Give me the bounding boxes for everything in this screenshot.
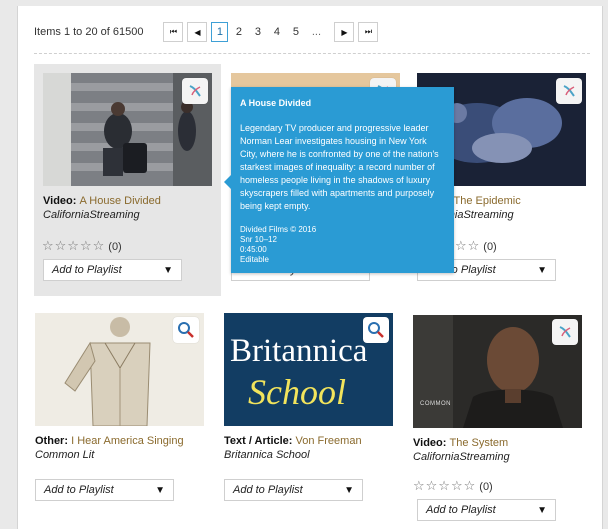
playlist-label: Add to Playlist <box>52 264 122 276</box>
result-card[interactable]: Video: A House Divided CaliforniaStreami… <box>34 64 221 296</box>
star-rating[interactable]: ☆☆☆☆☆(0) <box>42 238 122 254</box>
rating-count: (0) <box>108 241 122 253</box>
tooltip-title: A House Divided <box>240 98 312 108</box>
card-title-link[interactable]: I Hear America Singing <box>71 435 184 447</box>
item-count-text: Items 1 to 20 of 61500 <box>34 26 144 38</box>
last-page-icon: ⏭ <box>364 27 373 36</box>
dropdown-caret-icon: ▼ <box>344 484 354 496</box>
page-link-3[interactable]: 3 <box>249 22 266 42</box>
tooltip-grade: Snr 10–12 <box>240 235 277 244</box>
last-page-button[interactable]: ⏭ <box>358 22 379 42</box>
zoom-icon <box>178 322 194 338</box>
card-title: Text / Article: Von Freeman <box>224 435 362 447</box>
card-type: Video <box>43 195 73 207</box>
add-to-playlist-select[interactable]: Add to Playlist ▼ <box>224 479 363 501</box>
pager-divider <box>34 53 590 54</box>
add-to-playlist-select[interactable]: Add to Playlist ▼ <box>35 479 174 501</box>
next-page-button[interactable]: ▶ <box>334 22 355 42</box>
page-link-2[interactable]: 2 <box>230 22 247 42</box>
first-page-icon: ⏮ <box>169 27 178 36</box>
dropdown-caret-icon: ▼ <box>155 484 165 496</box>
star-rating[interactable]: ☆☆☆☆☆(0) <box>413 478 493 494</box>
result-card[interactable]: COMMON Video: The System CaliforniaStrea… <box>410 312 597 522</box>
card-title-link[interactable]: The System <box>450 437 509 449</box>
rating-stars[interactable]: ☆☆☆☆☆ <box>413 478 476 493</box>
streaming-badge[interactable] <box>556 78 582 104</box>
prev-page-button[interactable]: ◀ <box>187 22 208 42</box>
tooltip-description: Legendary TV producer and progressive le… <box>240 123 439 211</box>
card-title-link[interactable]: Von Freeman <box>296 435 362 447</box>
page-link-5[interactable]: 5 <box>287 22 304 42</box>
card-source: Britannica School <box>224 449 310 461</box>
rating-stars[interactable]: ☆☆☆☆☆ <box>42 238 105 253</box>
playlist-label: Add to Playlist <box>44 484 114 496</box>
streaming-badge[interactable] <box>182 78 208 104</box>
zoom-badge[interactable] <box>363 317 389 343</box>
tooltip-meta: Divided Films © 2016 Snr 10–12 0:45:00 E… <box>240 225 445 265</box>
card-title: Other: I Hear America Singing <box>35 435 184 447</box>
thumbnail-brand-line2: School <box>248 372 346 412</box>
thumbnail-brand-line1: Britannica <box>230 333 368 369</box>
playlist-label: Add to Playlist <box>233 484 303 496</box>
result-card[interactable]: Other: I Hear America Singing Common Lit… <box>34 312 221 512</box>
dropdown-caret-icon: ▼ <box>537 264 547 276</box>
pagination: Items 1 to 20 of 61500 ⏮ ◀ 1 2 3 4 5 ...… <box>34 20 382 44</box>
card-title: Video: The System <box>413 437 509 449</box>
page-ellipsis: ... <box>311 26 322 38</box>
card-source: CaliforniaStreaming <box>43 209 140 221</box>
tooltip-status: Editable <box>240 255 269 264</box>
item-detail-tooltip: A House Divided Legendary TV producer an… <box>224 87 454 273</box>
streaming-badge[interactable] <box>552 319 578 345</box>
dropdown-caret-icon: ▼ <box>163 264 173 276</box>
rating-count: (0) <box>479 481 493 493</box>
card-type: Video <box>413 437 443 449</box>
page-link-4[interactable]: 4 <box>268 22 285 42</box>
prev-page-icon: ◀ <box>194 27 201 37</box>
thumbnail-caption: COMMON <box>420 401 451 407</box>
card-source: Common Lit <box>35 449 95 461</box>
card-type: Other <box>35 435 65 447</box>
playlist-label: Add to Playlist <box>426 504 496 516</box>
card-source: CaliforniaStreaming <box>413 451 510 463</box>
zoom-icon <box>368 322 384 338</box>
next-page-icon: ▶ <box>341 27 348 37</box>
streaming-icon <box>559 326 571 338</box>
card-title-link[interactable]: The Epidemic <box>454 195 521 207</box>
dropdown-caret-icon: ▼ <box>537 504 547 516</box>
first-page-button[interactable]: ⏮ <box>163 22 184 42</box>
tooltip-copyright: Divided Films © 2016 <box>240 225 317 234</box>
card-type: Text / Article <box>224 435 289 447</box>
add-to-playlist-select[interactable]: Add to Playlist ▼ <box>417 499 556 521</box>
card-title-link[interactable]: A House Divided <box>80 195 161 207</box>
result-card[interactable]: Britannica School Text / Article: Von Fr… <box>222 312 409 512</box>
streaming-icon <box>189 85 201 97</box>
page-link-1[interactable]: 1 <box>211 22 229 42</box>
zoom-badge[interactable] <box>173 317 199 343</box>
card-title: Video: A House Divided <box>43 195 161 207</box>
streaming-icon <box>563 85 575 97</box>
add-to-playlist-select[interactable]: Add to Playlist ▼ <box>43 259 182 281</box>
tooltip-duration: 0:45:00 <box>240 245 267 254</box>
rating-count: (0) <box>483 241 497 253</box>
